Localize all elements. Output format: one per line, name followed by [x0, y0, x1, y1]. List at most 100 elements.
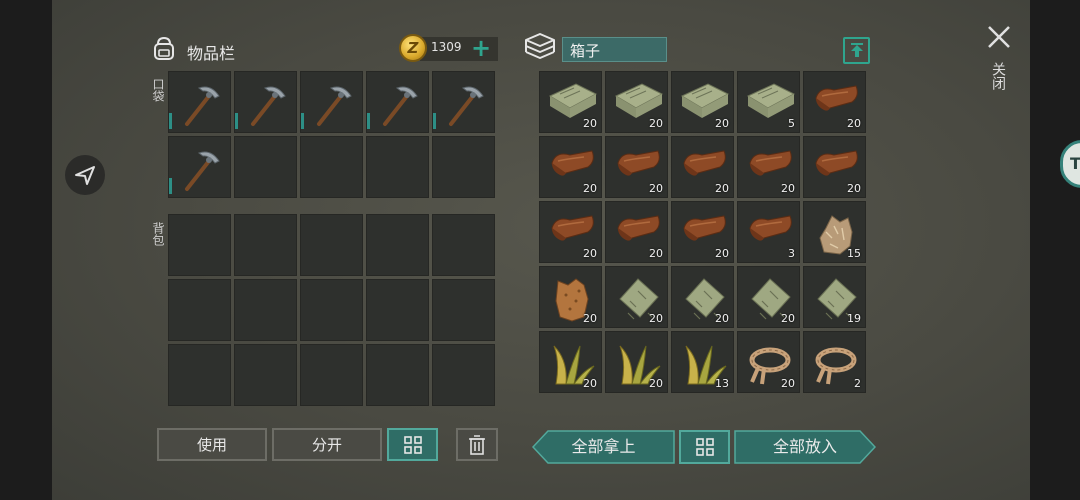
left-letterbox — [0, 0, 52, 500]
pickaxe-icon — [185, 151, 220, 191]
item-quantity: 20 — [715, 247, 729, 260]
box-slot[interactable]: 20 — [539, 136, 602, 198]
backpack-slot[interactable] — [366, 279, 429, 341]
box-slot[interactable]: 20 — [605, 331, 668, 393]
split-button[interactable]: 分开 — [272, 428, 382, 461]
pocket-slot[interactable] — [234, 71, 297, 133]
durability-bar — [169, 113, 172, 129]
pocket-slot[interactable] — [234, 136, 297, 198]
item-quantity: 20 — [781, 182, 795, 195]
leather-icon — [551, 150, 594, 176]
box-slot[interactable]: 20 — [605, 201, 668, 263]
durability-bar — [433, 113, 436, 129]
pickaxe-icon — [251, 86, 286, 126]
item-quantity: 20 — [847, 182, 861, 195]
box-slot[interactable]: 20 — [671, 201, 734, 263]
durability-bar — [367, 113, 370, 129]
put-all-button[interactable]: 全部放入 — [734, 430, 876, 464]
box-grid-view-button[interactable] — [679, 430, 730, 464]
backpack-slot[interactable] — [168, 279, 231, 341]
item-quantity: 20 — [715, 117, 729, 130]
cloth-icon — [680, 83, 730, 118]
item-quantity: 20 — [715, 312, 729, 325]
box-slot[interactable]: 20 — [539, 331, 602, 393]
box-slot[interactable]: 3 — [737, 201, 800, 263]
delete-button[interactable] — [456, 428, 498, 461]
coin-icon: Z — [399, 34, 427, 62]
pickaxe-icon — [185, 86, 220, 126]
box-slot[interactable]: 20 — [671, 266, 734, 328]
box-slot[interactable]: 15 — [803, 201, 866, 263]
close-label[interactable]: 关闭 — [990, 62, 1008, 90]
box-slot[interactable]: 20 — [605, 136, 668, 198]
pocket-slot[interactable] — [168, 71, 231, 133]
upload-arrow-icon — [850, 42, 863, 57]
box-slot[interactable]: 13 — [671, 331, 734, 393]
item-quantity: 20 — [583, 182, 597, 195]
item-quantity: 19 — [847, 312, 861, 325]
leather-icon — [683, 215, 726, 241]
item-quantity: 2 — [854, 377, 861, 390]
send-button[interactable] — [65, 155, 105, 195]
leather-icon — [815, 150, 858, 176]
box-slot[interactable]: 20 — [803, 71, 866, 133]
backpack-slot[interactable] — [300, 279, 363, 341]
box-slot[interactable]: 5 — [737, 71, 800, 133]
backpack-slot[interactable] — [432, 279, 495, 341]
item-quantity: 15 — [847, 247, 861, 260]
take-all-button[interactable]: 全部拿上 — [532, 430, 675, 464]
inventory-title: 物品栏 — [187, 44, 236, 63]
item-quantity: 20 — [649, 117, 663, 130]
pocket-slot[interactable] — [300, 71, 363, 133]
box-slot[interactable]: 20 — [605, 266, 668, 328]
box-slot[interactable]: 20 — [539, 71, 602, 133]
pickaxe-icon — [317, 86, 352, 126]
trash-icon — [469, 434, 485, 455]
box-slot[interactable]: 20 — [539, 266, 602, 328]
backpack-slot[interactable] — [234, 279, 297, 341]
box-stack-icon — [525, 33, 555, 59]
backpack-label: 背包 — [151, 222, 165, 246]
use-button[interactable]: 使用 — [157, 428, 267, 461]
sort-button[interactable] — [843, 37, 870, 64]
box-slot[interactable]: 20 — [737, 136, 800, 198]
item-quantity: 20 — [781, 312, 795, 325]
cloth-icon — [746, 83, 796, 118]
backpack-slot[interactable] — [168, 344, 231, 406]
item-quantity: 13 — [715, 377, 729, 390]
backpack-slot[interactable] — [300, 214, 363, 276]
box-slot[interactable]: 20 — [737, 266, 800, 328]
pocket-slot[interactable] — [432, 136, 495, 198]
box-slot[interactable]: 20 — [671, 71, 734, 133]
box-slot[interactable]: 20 — [671, 136, 734, 198]
grid-icon — [695, 438, 714, 456]
box-slot[interactable]: 20 — [737, 331, 800, 393]
box-slot[interactable]: 2 — [803, 331, 866, 393]
add-coins-button[interactable]: + — [471, 34, 491, 62]
backpack-slot[interactable] — [168, 214, 231, 276]
take-all-label: 全部拿上 — [571, 437, 636, 456]
item-quantity: 20 — [649, 182, 663, 195]
pickaxe-icon — [449, 86, 484, 126]
coin-count: 1309 — [431, 40, 462, 54]
backpack-slot[interactable] — [366, 344, 429, 406]
leather-icon — [683, 150, 726, 176]
durability-bar — [301, 113, 304, 129]
backpack-slot[interactable] — [234, 344, 297, 406]
backpack-slot[interactable] — [366, 214, 429, 276]
pocket-slot[interactable] — [168, 136, 231, 198]
pocket-slot[interactable] — [432, 71, 495, 133]
box-slot[interactable]: 20 — [539, 201, 602, 263]
backpack-slot[interactable] — [300, 344, 363, 406]
pocket-slot[interactable] — [366, 136, 429, 198]
backpack-slot[interactable] — [432, 214, 495, 276]
box-slot[interactable]: 20 — [605, 71, 668, 133]
close-icon[interactable] — [984, 22, 1014, 52]
box-slot[interactable]: 19 — [803, 266, 866, 328]
grid-view-button[interactable] — [387, 428, 438, 461]
pocket-slot[interactable] — [300, 136, 363, 198]
backpack-slot[interactable] — [432, 344, 495, 406]
pocket-slot[interactable] — [366, 71, 429, 133]
box-slot[interactable]: 20 — [803, 136, 866, 198]
backpack-slot[interactable] — [234, 214, 297, 276]
